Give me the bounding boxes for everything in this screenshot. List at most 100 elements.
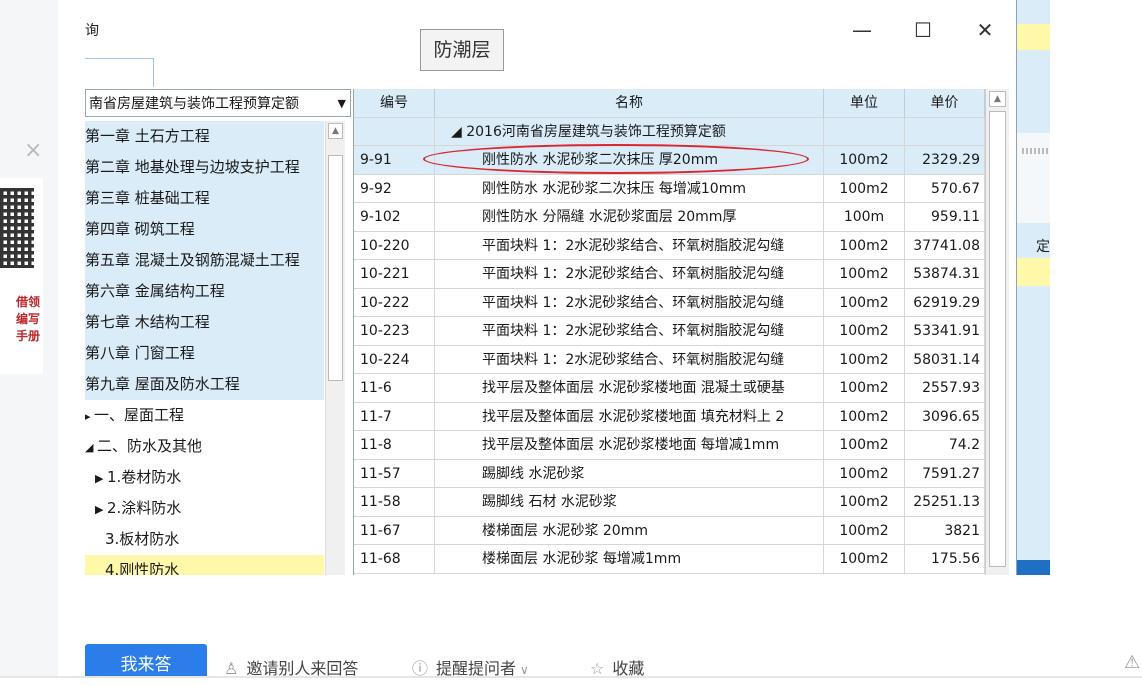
table-row[interactable]: 11-57 踢脚线 水泥砂浆 100m2 7591.27 <box>354 459 985 488</box>
chevron-down-icon: ∨ <box>520 663 529 677</box>
cell-name: 平面块料 1：2水泥砂浆结合、环氧树脂胶泥勾缝 <box>435 288 824 317</box>
tree-item[interactable]: ▶ 1.卷材防水 <box>85 462 324 493</box>
cell-code: 9-91 <box>354 146 435 175</box>
scroll-thumb[interactable] <box>328 155 343 381</box>
tree-item-label: 第三章 桩基础工程 <box>85 189 210 207</box>
expand-arrow-icon[interactable]: ▶ <box>95 472 107 485</box>
cell-unit: 100m2 <box>824 402 905 431</box>
table-row[interactable]: 11-68 楼梯面层 水泥砂浆 每增减1mm 100m2 175.56 <box>354 545 985 574</box>
cell-price: 570.67 <box>905 174 985 203</box>
tree-item-label: 第八章 门窗工程 <box>85 344 195 362</box>
dialog-frame-line <box>85 58 154 87</box>
tree-item[interactable]: ◢ 二、防水及其他 <box>85 431 324 462</box>
background-bar <box>1016 560 1050 575</box>
cell-code: 11-8 <box>354 431 435 460</box>
cell-price: 959.11 <box>905 203 985 232</box>
cell-unit: 100m2 <box>824 488 905 517</box>
cell-price: 62919.29 <box>905 288 985 317</box>
scroll-up-icon[interactable]: ▲ <box>328 123 343 139</box>
tree-item[interactable]: 第三章 桩基础工程 <box>85 183 324 214</box>
background-highlight <box>1016 24 1050 50</box>
tree-item[interactable]: 第一章 土石方工程 <box>85 121 324 152</box>
table-row[interactable]: 11-58 踢脚线 石材 水泥砂浆 100m2 25251.13 <box>354 488 985 517</box>
tree-item[interactable]: ▶ 2.涂料防水 <box>85 493 324 524</box>
tree-item[interactable]: 第四章 砌筑工程 <box>85 214 324 245</box>
table-row[interactable]: 11-6 找平层及整体面层 水泥砂浆楼地面 混凝土或硬基 100m2 2557.93 <box>354 374 985 403</box>
tree-item[interactable]: 3.板材防水 <box>85 524 324 555</box>
answer-button[interactable]: 我来答 <box>85 644 207 678</box>
cell-price: 3096.65 <box>905 402 985 431</box>
tree-item-label: 第九章 屋面及防水工程 <box>85 375 240 393</box>
tree-scrollbar[interactable]: ▲ <box>325 121 345 575</box>
tree-item[interactable]: 第八章 门窗工程 <box>85 338 324 369</box>
scroll-up-icon[interactable]: ▲ <box>989 91 1006 107</box>
table-row[interactable]: 10-221 平面块料 1：2水泥砂浆结合、环氧树脂胶泥勾缝 100m2 53874.… <box>354 260 985 289</box>
cell-code: 9-102 <box>354 203 435 232</box>
close-button[interactable]: ✕ <box>970 16 1000 44</box>
table-row[interactable]: 9-92 刚性防水 水泥砂浆二次抹压 每增减10mm 100m2 570.67 <box>354 174 985 203</box>
cell-name: 楼梯面层 水泥砂浆 每增减1mm <box>435 545 824 574</box>
cell-price: 7591.27 <box>905 459 985 488</box>
tree-item[interactable]: ▸ 一、屋面工程 <box>85 400 324 431</box>
tree-item-label: 1.卷材防水 <box>106 468 182 486</box>
cell-price: 25251.13 <box>905 488 985 517</box>
scroll-thumb[interactable] <box>989 111 1006 567</box>
tree-item-label: 第七章 木结构工程 <box>85 313 210 331</box>
column-header-unit[interactable]: 单位 <box>824 89 905 118</box>
tree-item-label: 2.涂料防水 <box>106 499 182 517</box>
minimize-button[interactable]: — <box>847 16 877 44</box>
search-input[interactable]: 防潮层 <box>420 29 504 71</box>
cell-name: 平面块料 1：2水泥砂浆结合、环氧树脂胶泥勾缝 <box>435 345 824 374</box>
table-group-row[interactable]: ◢ 2016河南省房屋建筑与装饰工程预算定额 <box>354 117 985 146</box>
table-row[interactable]: 11-67 楼梯面层 水泥砂浆 20mm 100m2 3821 <box>354 516 985 545</box>
cell-code: 10-223 <box>354 317 435 346</box>
tree-item-label: 3.板材防水 <box>105 530 180 548</box>
cell-price: 2557.93 <box>905 374 985 403</box>
cell-name: 刚性防水 水泥砂浆二次抹压 厚20mm <box>435 146 824 175</box>
tree-item[interactable]: 第九章 屋面及防水工程 <box>85 369 324 400</box>
maximize-button[interactable]: ☐ <box>908 16 938 44</box>
promo-text: 借领 编写 手册 <box>15 295 40 343</box>
cell-price: 53874.31 <box>905 260 985 289</box>
tree-item[interactable]: 4.刚性防水 <box>85 555 324 575</box>
table-row[interactable]: 9-102 刚性防水 分隔缝 水泥砂浆面层 20mm厚 100m 959.11 <box>354 203 985 232</box>
cell-unit: 100m2 <box>824 146 905 175</box>
column-header-code[interactable]: 编号 <box>354 89 435 118</box>
cell-name: 刚性防水 分隔缝 水泥砂浆面层 20mm厚 <box>435 203 824 232</box>
cell-code: 11-58 <box>354 488 435 517</box>
tree-item[interactable]: 第二章 地基处理与边坡支护工程 <box>85 152 324 183</box>
table-row[interactable]: 11-8 找平层及整体面层 水泥砂浆楼地面 每增减1mm 100m2 74.2 <box>354 431 985 460</box>
column-header-price[interactable]: 单价 <box>905 89 985 118</box>
tree-item[interactable]: 第七章 木结构工程 <box>85 307 324 338</box>
cell-code: 11-67 <box>354 516 435 545</box>
table-header: 编号 名称 单位 单价 <box>354 89 985 118</box>
quota-library-select[interactable]: 南省房屋建筑与装饰工程预算定额 ▼ <box>85 89 351 117</box>
cell-code: 10-222 <box>354 288 435 317</box>
cell-unit: 100m2 <box>824 516 905 545</box>
promo-card[interactable]: 借领 编写 手册 <box>0 178 43 374</box>
cell-name: 踢脚线 水泥砂浆 <box>435 459 824 488</box>
warning-icon[interactable]: ⚠ <box>1124 652 1140 673</box>
table-row[interactable]: 9-91 刚性防水 水泥砂浆二次抹压 厚20mm 100m2 2329.29 <box>354 146 985 175</box>
quota-search-dialog: 询 防潮层 — ☐ ✕ 南省房屋建筑与装饰工程预算定额 ▼ 第一章 土石方工程第… <box>85 0 1017 575</box>
tree-item-label: 一、屋面工程 <box>94 406 185 424</box>
table-row[interactable]: 10-223 平面块料 1：2水泥砂浆结合、环氧树脂胶泥勾缝 100m2 53341.… <box>354 317 985 346</box>
cell-unit: 100m2 <box>824 260 905 289</box>
collapse-arrow-icon[interactable]: ▸ <box>85 410 94 423</box>
table-row[interactable]: 10-222 平面块料 1：2水泥砂浆结合、环氧树脂胶泥勾缝 100m2 62919.… <box>354 288 985 317</box>
collapse-arrow-icon[interactable]: ◢ <box>85 441 97 454</box>
tree-item[interactable]: 第五章 混凝土及钢筋混凝土工程 <box>85 245 324 276</box>
tree-item[interactable]: 第六章 金属结构工程 <box>85 276 324 307</box>
table-row[interactable]: 10-224 平面块料 1：2水泥砂浆结合、环氧树脂胶泥勾缝 100m2 58031.… <box>354 345 985 374</box>
background-app-panel <box>1016 0 1050 575</box>
column-header-name[interactable]: 名称 <box>435 89 824 118</box>
select-value: 南省房屋建筑与装饰工程预算定额 <box>89 96 299 112</box>
close-icon[interactable]: × <box>24 140 42 162</box>
table-row[interactable]: 10-220 平面块料 1：2水泥砂浆结合、环氧树脂胶泥勾缝 100m2 37741.… <box>354 231 985 260</box>
table-scrollbar[interactable]: ▲ <box>985 89 1009 575</box>
cell-code: 9-92 <box>354 174 435 203</box>
table-row[interactable]: 11-7 找平层及整体面层 水泥砂浆楼地面 填充材料上 2 100m2 3096.65 <box>354 402 985 431</box>
chevron-down-icon[interactable]: ▼ <box>338 90 346 116</box>
cell-price: 74.2 <box>905 431 985 460</box>
expand-arrow-icon[interactable]: ▶ <box>95 503 107 516</box>
